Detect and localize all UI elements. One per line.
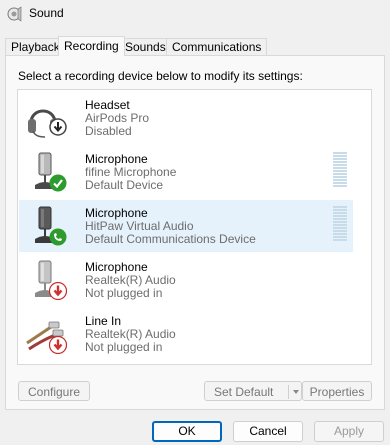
device-list[interactable]: Headset AirPods Pro Disabled Microphone … <box>17 89 372 365</box>
down-arrow-badge-icon <box>49 118 67 136</box>
window-title: Sound <box>29 6 64 20</box>
tab-sounds[interactable]: Sounds <box>119 38 172 55</box>
set-default-split-button[interactable]: Set Default <box>204 381 302 401</box>
tab-strip: Playback Recording Sounds Communications <box>5 36 385 56</box>
list-item-headset[interactable]: Headset AirPods Pro Disabled <box>19 92 353 144</box>
instruction-text: Select a recording device below to modif… <box>18 69 303 83</box>
red-down-arrow-badge-icon <box>49 336 67 354</box>
device-description: Realtek(R) Audio <box>85 273 176 287</box>
device-name: Headset <box>85 98 130 112</box>
device-name: Microphone <box>85 152 148 166</box>
device-status: Disabled <box>85 124 132 138</box>
recording-panel: Select a recording device below to modif… <box>5 55 385 410</box>
device-status: Default Communications Device <box>85 232 256 246</box>
device-status: Not plugged in <box>85 340 163 354</box>
device-description: HitPaw Virtual Audio <box>85 219 194 233</box>
list-item-line-in[interactable]: Line In Realtek(R) Audio Not plugged in <box>19 308 353 360</box>
device-name: Line In <box>85 314 122 328</box>
list-item-microphone-fifine[interactable]: Microphone fifine Microphone Default Dev… <box>19 146 353 198</box>
ok-button[interactable]: OK <box>152 421 222 442</box>
green-phone-badge-icon <box>49 228 67 246</box>
list-item-microphone-realtek[interactable]: Microphone Realtek(R) Audio Not plugged … <box>19 254 353 306</box>
tab-recording[interactable]: Recording <box>58 36 125 56</box>
device-name: Microphone <box>85 260 148 274</box>
device-status: Not plugged in <box>85 286 163 300</box>
red-down-arrow-badge-icon <box>49 282 67 300</box>
set-default-label: Set Default <box>214 385 274 399</box>
tab-communications[interactable]: Communications <box>166 38 268 55</box>
device-description: AirPods Pro <box>85 111 150 125</box>
speaker-icon <box>7 6 22 22</box>
configure-button[interactable]: Configure <box>18 381 90 401</box>
level-meter <box>333 152 347 187</box>
level-meter <box>333 206 347 241</box>
chevron-down-icon[interactable] <box>291 382 301 402</box>
title-bar: Sound <box>0 0 390 28</box>
green-check-badge-icon <box>49 174 67 192</box>
cancel-button[interactable]: Cancel <box>233 421 303 442</box>
list-item-microphone-hitpaw[interactable]: Microphone HitPaw Virtual Audio Default … <box>19 200 353 252</box>
device-description: Realtek(R) Audio <box>85 327 176 341</box>
device-status: Default Device <box>85 178 164 192</box>
apply-button[interactable]: Apply <box>314 421 384 442</box>
properties-button[interactable]: Properties <box>302 381 372 401</box>
device-name: Microphone <box>85 206 148 220</box>
split-divider <box>288 385 289 399</box>
tab-playback[interactable]: Playback <box>5 38 66 55</box>
list-scrollbar[interactable] <box>356 90 371 364</box>
device-description: fifine Microphone <box>85 165 177 179</box>
